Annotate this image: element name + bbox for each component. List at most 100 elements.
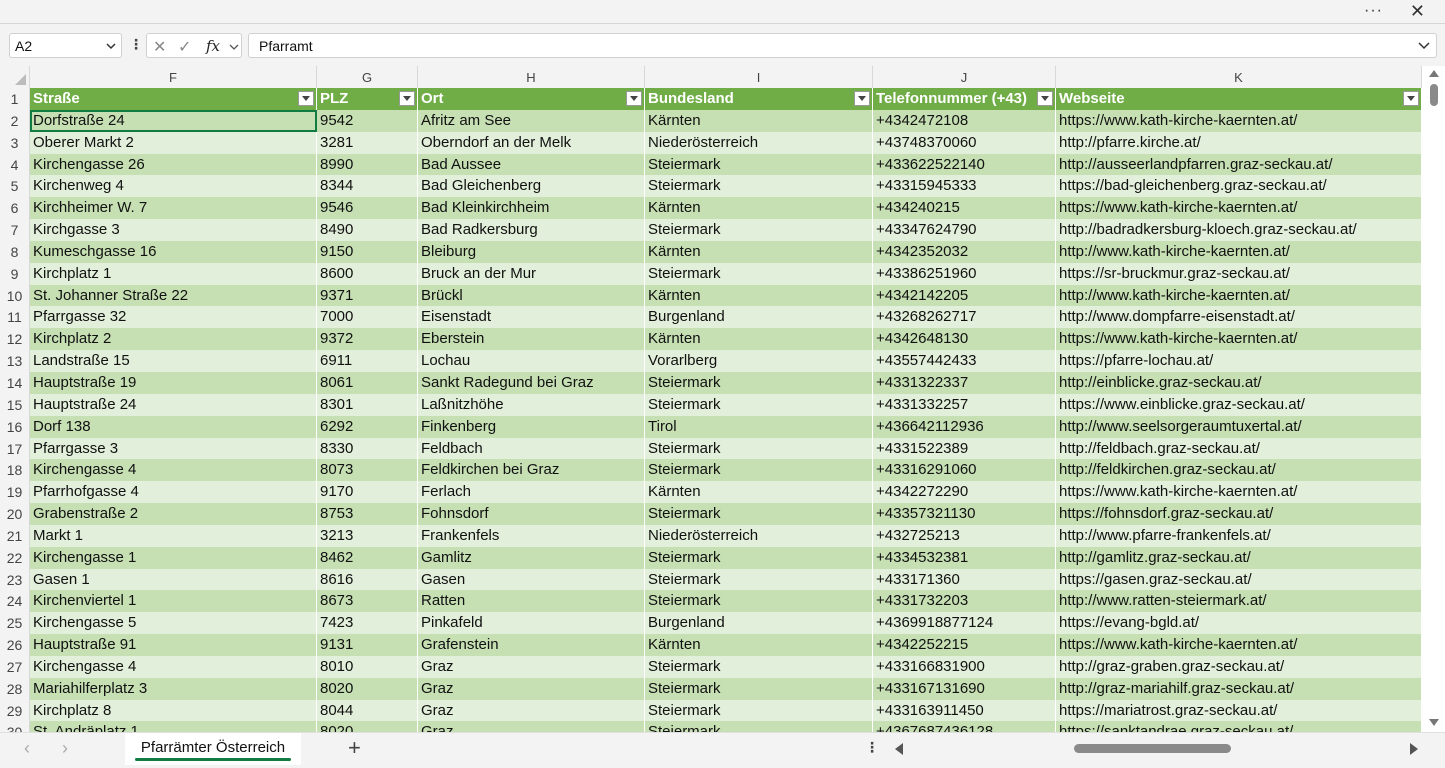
cell-strasse[interactable]: Kirchplatz 1	[30, 262, 317, 285]
cell-ort[interactable]: Bleiburg	[418, 240, 645, 263]
row-number[interactable]: 10	[0, 284, 30, 307]
cell-ort[interactable]: Afritz am See	[418, 109, 645, 132]
cell-bundesland[interactable]: Steiermark	[645, 219, 873, 241]
cell-telefonnummer[interactable]: +436642112936	[873, 415, 1056, 438]
cell-plz[interactable]: 8073	[317, 459, 418, 482]
cell-ort[interactable]: Feldbach	[418, 437, 645, 460]
row-number[interactable]: 2	[0, 109, 30, 132]
cell-plz[interactable]: 8462	[317, 546, 418, 569]
row-number[interactable]: 16	[0, 415, 30, 438]
row-number[interactable]: 1	[0, 88, 30, 110]
cell-telefonnummer[interactable]: +433163911450	[873, 699, 1056, 722]
cell-plz[interactable]: 8990	[317, 153, 418, 176]
cell-webseite[interactable]: http://www.kath-kirche-kaernten.at/	[1056, 240, 1422, 263]
cell-strasse[interactable]: Oberer Markt 2	[30, 131, 317, 154]
sheet-tab-active[interactable]: Pfarrämter Österreich	[125, 733, 301, 765]
cell-plz[interactable]: 6911	[317, 350, 418, 372]
cell-webseite[interactable]: http://www.dompfarre-eisenstadt.at/	[1056, 306, 1422, 329]
column-header-i[interactable]: I	[645, 66, 873, 88]
scroll-up-icon[interactable]	[1429, 70, 1439, 77]
cell-webseite[interactable]: https://bad-gleichenberg.graz-seckau.at/	[1056, 175, 1422, 198]
cell-telefonnummer[interactable]: +4342648130	[873, 328, 1056, 351]
cell-telefonnummer[interactable]: +4342272290	[873, 481, 1056, 504]
cell-bundesland[interactable]: Niederösterreich	[645, 131, 873, 154]
cell-strasse[interactable]: Grabenstraße 2	[30, 503, 317, 525]
cell-plz[interactable]: 8600	[317, 262, 418, 285]
cell-ort[interactable]: Graz	[418, 655, 645, 678]
cell-webseite[interactable]: https://gasen.graz-seckau.at/	[1056, 568, 1422, 591]
cell-telefonnummer[interactable]: +433171360	[873, 568, 1056, 591]
sheet-tab-menu-icon[interactable]: ⋮	[865, 739, 879, 756]
more-options-button[interactable]: ···	[1364, 2, 1383, 20]
cell-strasse[interactable]: Kumeschgasse 16	[30, 240, 317, 263]
column-header-f[interactable]: F	[30, 66, 317, 88]
cell-strasse[interactable]: Dorfstraße 24	[30, 109, 317, 132]
cell-strasse[interactable]: Kirchengasse 4	[30, 655, 317, 678]
cell-ort[interactable]: Brückl	[418, 284, 645, 307]
cell-ort[interactable]: Oberndorf an der Melk	[418, 131, 645, 154]
cell-strasse[interactable]: St. Johanner Straße 22	[30, 284, 317, 307]
row-number[interactable]: 28	[0, 677, 30, 700]
cell-plz[interactable]: 7423	[317, 612, 418, 635]
cell-ort[interactable]: Gasen	[418, 568, 645, 591]
cell-webseite[interactable]: http://www.pfarre-frankenfels.at/	[1056, 524, 1422, 547]
cell-webseite[interactable]: http://gamlitz.graz-seckau.at/	[1056, 546, 1422, 569]
cell-bundesland[interactable]: Vorarlberg	[645, 350, 873, 372]
cell-plz[interactable]: 8753	[317, 503, 418, 525]
cell-strasse[interactable]: Kirchplatz 2	[30, 328, 317, 351]
header-cell-webseite[interactable]: Webseite	[1056, 88, 1422, 110]
row-number[interactable]: 20	[0, 503, 30, 525]
close-button[interactable]: ✕	[1410, 1, 1425, 22]
cell-telefonnummer[interactable]: +43386251960	[873, 262, 1056, 285]
cell-bundesland[interactable]: Kärnten	[645, 481, 873, 504]
cell-telefonnummer[interactable]: +4334532381	[873, 546, 1056, 569]
cell-strasse[interactable]: Kirchenviertel 1	[30, 590, 317, 613]
cell-bundesland[interactable]: Steiermark	[645, 459, 873, 482]
cell-bundesland[interactable]: Kärnten	[645, 284, 873, 307]
cell-webseite[interactable]: http://graz-graben.graz-seckau.at/	[1056, 655, 1422, 678]
cell-webseite[interactable]: https://www.kath-kirche-kaernten.at/	[1056, 634, 1422, 656]
cell-strasse[interactable]: Hauptstraße 24	[30, 393, 317, 416]
cell-plz[interactable]: 9150	[317, 240, 418, 263]
cell-plz[interactable]: 9131	[317, 634, 418, 656]
cell-plz[interactable]: 8301	[317, 393, 418, 416]
cell-ort[interactable]: Graz	[418, 699, 645, 722]
cell-telefonnummer[interactable]: +4331732203	[873, 590, 1056, 613]
cell-plz[interactable]: 8020	[317, 677, 418, 700]
cell-webseite[interactable]: http://pfarre.kirche.at/	[1056, 131, 1422, 154]
cell-strasse[interactable]: Kirchengasse 4	[30, 459, 317, 482]
row-number[interactable]: 30	[0, 721, 30, 732]
cell-bundesland[interactable]: Kärnten	[645, 197, 873, 220]
cell-webseite[interactable]: https://evang-bgld.at/	[1056, 612, 1422, 635]
cell-ort[interactable]: Finkenberg	[418, 415, 645, 438]
horizontal-scroll-thumb[interactable]	[1074, 744, 1231, 753]
header-cell-plz[interactable]: PLZ	[317, 88, 418, 110]
cell-telefonnummer[interactable]: +43557442433	[873, 350, 1056, 372]
cell-strasse[interactable]: Kirchgasse 3	[30, 219, 317, 241]
cell-strasse[interactable]: Hauptstraße 91	[30, 634, 317, 656]
cell-plz[interactable]: 8344	[317, 175, 418, 198]
header-cell-telefonnummer[interactable]: Telefonnummer (+43)	[873, 88, 1056, 110]
row-number[interactable]: 6	[0, 197, 30, 220]
cell-telefonnummer[interactable]: +4342472108	[873, 109, 1056, 132]
cell-strasse[interactable]: Gasen 1	[30, 568, 317, 591]
row-number[interactable]: 29	[0, 699, 30, 722]
cell-telefonnummer[interactable]: +43357321130	[873, 503, 1056, 525]
row-number[interactable]: 18	[0, 459, 30, 482]
cell-ort[interactable]: Bruck an der Mur	[418, 262, 645, 285]
cell-webseite[interactable]: https://www.kath-kirche-kaernten.at/	[1056, 481, 1422, 504]
cell-plz[interactable]: 8010	[317, 655, 418, 678]
cell-webseite[interactable]: http://www.seelsorgeraumtuxertal.at/	[1056, 415, 1422, 438]
cell-strasse[interactable]: Dorf 138	[30, 415, 317, 438]
cell-strasse[interactable]: Kirchengasse 5	[30, 612, 317, 635]
filter-dropdown-icon[interactable]	[298, 91, 314, 106]
previous-sheet-icon[interactable]: ‹	[24, 738, 30, 759]
row-number[interactable]: 8	[0, 240, 30, 263]
cell-telefonnummer[interactable]: +4331522389	[873, 437, 1056, 460]
cell-telefonnummer[interactable]: +43315945333	[873, 175, 1056, 198]
cell-bundesland[interactable]: Kärnten	[645, 240, 873, 263]
cell-ort[interactable]: Ferlach	[418, 481, 645, 504]
cell-plz[interactable]: 8673	[317, 590, 418, 613]
row-number[interactable]: 26	[0, 634, 30, 656]
column-header-h[interactable]: H	[418, 66, 645, 88]
